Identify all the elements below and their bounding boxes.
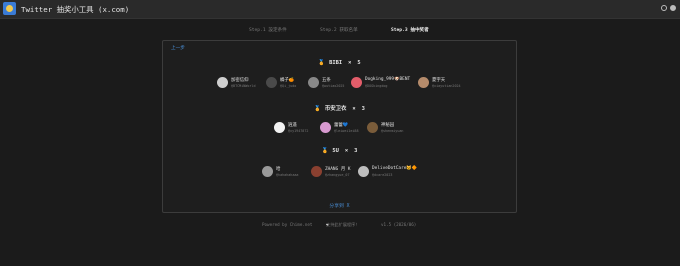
avatar: [418, 77, 429, 88]
prize-count: 5: [357, 60, 361, 66]
avatar: [274, 122, 285, 133]
winner-name: 加密信仰: [231, 78, 249, 83]
avatar: [266, 77, 277, 88]
prize-name: 币安卫衣: [324, 106, 347, 112]
winner-handle: @zhangyue_07: [325, 173, 350, 177]
medal-icon: 🏅: [321, 148, 329, 154]
winner-handle: @Qi_judo: [280, 84, 297, 88]
avatar: [358, 166, 369, 177]
avatar: [262, 166, 273, 177]
result-panel: 上一步 🏅 BIBI × 5 加密信仰 @BTCMiNWorld 橘子🍊 @Qi_ju…: [162, 40, 517, 213]
step-3[interactable]: Step.3 抽中奖者: [391, 27, 429, 33]
winner-name: 橘子🍊: [280, 78, 295, 83]
prize-name: 5U: [332, 148, 339, 154]
app-title: Twitter 抽奖小工具 (x.com): [21, 5, 130, 14]
step-indicator: Step.1 設定条件 Step.2 获取名单 Step.3 抽中奖者: [0, 27, 680, 37]
times-symbol: ×: [348, 60, 352, 66]
winner-name: 逍遥: [288, 123, 297, 128]
prize-header: 🏅 币安卫衣 × 3: [163, 104, 516, 112]
prev-step-link[interactable]: 上一步: [171, 45, 185, 51]
winner-handle: @BTCMiNWorld: [231, 84, 256, 88]
app-logo-icon: [3, 2, 16, 15]
avatar: [311, 166, 322, 177]
winner-name: 哈: [276, 167, 281, 172]
winner-row: 逍遥 @xy1947872 蕾蕾💙 @leiwei1ei88 神秘园 @shen…: [163, 120, 516, 136]
winner-name: 蕾蕾💙: [334, 123, 349, 128]
winner-name: ZHANG 月 K: [325, 167, 351, 172]
prize-header: 🏅 BIBI × 5: [163, 60, 516, 66]
prize-name: BIBI: [329, 60, 343, 66]
winner-handle: @xiayutian2024: [432, 84, 461, 88]
prize-header: 🏅 5U × 3: [163, 148, 516, 154]
avatar: [217, 77, 228, 88]
winner-row: 加密信仰 @BTCMiNWorld 橘子🍊 @Qi_judo 五条 @wutia…: [163, 75, 516, 91]
share-to-x-button[interactable]: 分享到 X: [163, 202, 516, 209]
winner-handle: @shenmiyuan: [381, 129, 404, 133]
winner-name: DeliveDotCare🐱🔶: [372, 166, 418, 171]
account-icon[interactable]: [670, 5, 676, 11]
times-symbol: ×: [344, 148, 349, 154]
winner-name: Dogking_999🐶BENT: [365, 77, 411, 82]
powered-by[interactable]: Powered by Chime.net: [262, 222, 312, 227]
prize-count: 3: [354, 148, 358, 154]
winner-name: 神秘园: [381, 123, 395, 128]
winner-handle: @hahahahaaa: [276, 173, 299, 177]
winner-name: 夏宇天: [432, 78, 446, 83]
top-bar: Twitter 抽奖小工具 (x.com): [0, 0, 680, 19]
winner-name: 五条: [322, 78, 331, 83]
winner-handle: @wutiao2025: [322, 84, 345, 88]
winner-handle: @DOGkingdog: [365, 84, 388, 88]
top-icons: [661, 5, 676, 11]
prize-count: 3: [361, 106, 365, 112]
avatar: [351, 77, 362, 88]
avatar: [308, 77, 319, 88]
step-2[interactable]: Step.2 获取名单: [320, 27, 358, 33]
winner-handle: @xy1947872: [288, 129, 309, 133]
winner-handle: @dcare2023: [372, 173, 393, 177]
medal-icon: 🏅: [318, 60, 326, 66]
gear-icon[interactable]: [661, 5, 667, 11]
version-label: v1.5 (2026/06): [381, 222, 417, 227]
avatar: [367, 122, 378, 133]
winner-handle: @leiwei1ei88: [334, 129, 359, 133]
heart-icon: ❤: [326, 222, 329, 227]
avatar: [320, 122, 331, 133]
footer: Powered by Chime.net 支持此扩展程序！ ❤ v1.5 (20…: [0, 222, 680, 230]
winner-row: 哈 @hahahahaaa ZHANG 月 K @zhangyue_07 Del…: [163, 164, 516, 180]
support-label: 支持此扩展程序！: [326, 222, 360, 227]
step-1[interactable]: Step.1 設定条件: [249, 27, 287, 33]
medal-icon: 🏅: [314, 106, 321, 112]
times-symbol: ×: [352, 106, 356, 112]
